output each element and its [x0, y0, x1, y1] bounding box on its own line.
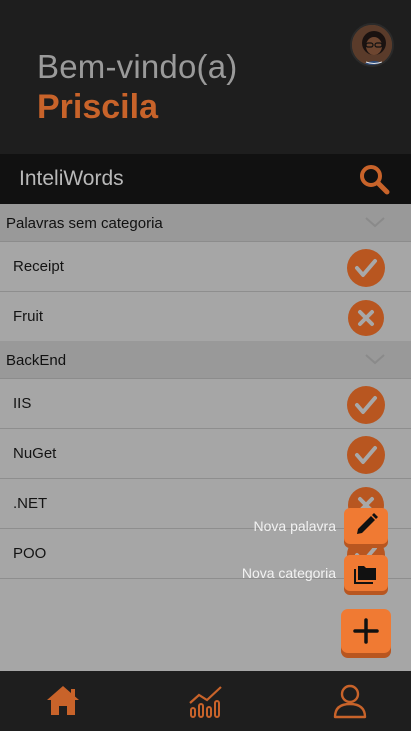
word-label: IIS: [13, 395, 32, 412]
word-list: Palavras sem categoria Receipt Fruit Bac…: [0, 204, 411, 671]
chevron-down-icon: [365, 217, 385, 228]
new-category-button[interactable]: [344, 555, 388, 591]
home-icon[interactable]: [43, 681, 83, 721]
check-icon[interactable]: [347, 249, 385, 287]
word-label: .NET: [13, 495, 48, 512]
plus-icon: [353, 618, 379, 644]
bottom-nav: [0, 671, 411, 731]
list-item[interactable]: IIS: [0, 379, 411, 429]
folder-icon: [354, 566, 376, 584]
new-word-label: Nova palavra: [253, 518, 337, 534]
welcome-text: Bem-vindo(a): [37, 48, 238, 85]
word-label: Receipt: [13, 258, 64, 275]
profile-icon[interactable]: [330, 681, 370, 721]
list-item[interactable]: NuGet: [0, 429, 411, 479]
check-icon[interactable]: [347, 436, 385, 474]
header: Bem-vindo(a) Priscila: [0, 0, 411, 154]
chevron-down-icon: [365, 354, 385, 365]
add-button[interactable]: [341, 609, 391, 653]
check-icon[interactable]: [347, 386, 385, 424]
user-name: Priscila: [37, 88, 158, 126]
avatar[interactable]: [350, 23, 394, 67]
list-item[interactable]: Receipt: [0, 242, 411, 292]
list-item[interactable]: Fruit: [0, 292, 411, 342]
word-label: POO: [13, 545, 47, 562]
close-icon[interactable]: [348, 300, 384, 336]
app-bar: InteliWords: [0, 154, 411, 204]
pencil-icon: [357, 513, 378, 534]
category-header[interactable]: BackEnd: [0, 341, 411, 379]
new-word-button[interactable]: [344, 508, 388, 544]
app-title: InteliWords: [19, 167, 124, 190]
search-icon[interactable]: [357, 162, 391, 196]
category-title: Palavras sem categoria: [6, 215, 163, 232]
category-title: BackEnd: [6, 352, 67, 369]
word-label: NuGet: [13, 445, 57, 462]
category-header[interactable]: Palavras sem categoria: [0, 204, 411, 242]
chart-icon[interactable]: [186, 681, 226, 721]
word-label: Fruit: [13, 308, 43, 325]
new-category-label: Nova categoria: [241, 565, 336, 581]
